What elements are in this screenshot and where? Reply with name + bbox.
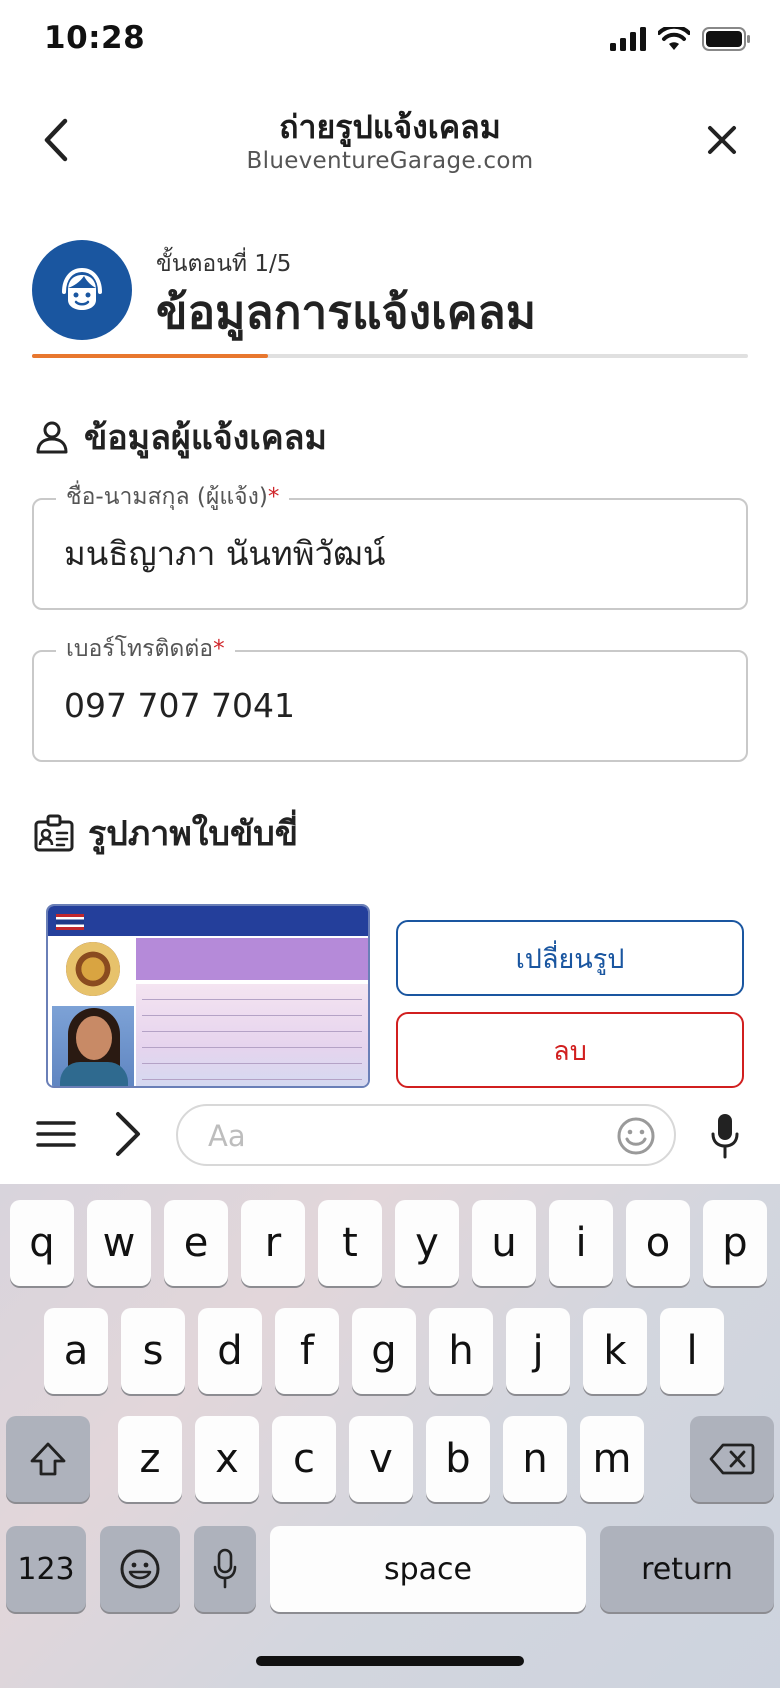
license-section-title: รูปภาพใบขับขี่ — [88, 814, 299, 854]
close-icon — [708, 126, 736, 154]
key-w[interactable]: w — [87, 1200, 151, 1286]
key-n[interactable]: n — [503, 1416, 567, 1502]
battery-icon — [702, 27, 750, 51]
key-g[interactable]: g — [352, 1308, 416, 1394]
driving-license-image[interactable] — [46, 904, 370, 1088]
page-subtitle: BlueventureGarage.com — [246, 148, 534, 174]
reporter-name-input[interactable] — [64, 534, 704, 573]
space-key[interactable]: space — [270, 1526, 586, 1612]
backspace-icon — [709, 1443, 755, 1475]
onscreen-keyboard: qwertyuiop asdfghjkl zxcvbnm 123 space r… — [0, 1184, 780, 1688]
license-number-panel — [136, 938, 368, 980]
shift-icon — [30, 1442, 66, 1476]
key-h[interactable]: h — [429, 1308, 493, 1394]
back-button[interactable] — [36, 112, 76, 168]
message-placeholder: Aa — [208, 1119, 246, 1153]
chat-input-bar: Aa — [0, 1088, 780, 1184]
key-o[interactable]: o — [626, 1200, 690, 1286]
key-u[interactable]: u — [472, 1200, 536, 1286]
chevron-left-icon — [44, 118, 68, 162]
garuda-emblem-image — [66, 942, 120, 996]
key-z[interactable]: z — [118, 1416, 182, 1502]
key-c[interactable]: c — [272, 1416, 336, 1502]
key-p[interactable]: p — [703, 1200, 767, 1286]
delete-photo-button[interactable]: ลบ — [396, 1012, 744, 1088]
reporter-name-label: ชื่อ-นามสกุล (ผู้แจ้ง)* — [56, 480, 290, 514]
cellular-signal-icon — [610, 27, 646, 51]
phone-input[interactable] — [64, 686, 704, 725]
return-key[interactable]: return — [600, 1526, 774, 1612]
key-r[interactable]: r — [241, 1200, 305, 1286]
key-l[interactable]: l — [660, 1308, 724, 1394]
microphone-icon — [213, 1548, 237, 1589]
status-time: 10:28 — [44, 20, 146, 56]
message-input[interactable]: Aa — [176, 1104, 676, 1166]
emoji-icon — [120, 1549, 160, 1589]
phone-field[interactable]: เบอร์โทรติดต่อ* — [32, 632, 748, 762]
status-icons — [610, 24, 750, 54]
id-card-icon — [34, 814, 74, 852]
required-mark: * — [267, 484, 280, 510]
emoji-key[interactable] — [100, 1526, 180, 1612]
wifi-icon — [658, 27, 690, 50]
change-photo-button[interactable]: เปลี่ยนรูป — [396, 920, 744, 996]
headset-agent-icon — [62, 267, 102, 310]
step-progress-fill — [32, 354, 269, 358]
emoji-icon[interactable] — [616, 1116, 656, 1156]
key-b[interactable]: b — [426, 1416, 490, 1502]
reporter-section-heading: ข้อมูลผู้แจ้งเคลม — [34, 410, 327, 464]
reporter-name-field[interactable]: ชื่อ-นามสกุล (ผู้แจ้ง)* — [32, 480, 748, 610]
status-bar: 10:28 — [0, 0, 780, 80]
menu-icon[interactable] — [36, 1114, 76, 1154]
chevron-right-icon[interactable] — [112, 1110, 144, 1158]
key-e[interactable]: e — [164, 1200, 228, 1286]
key-t[interactable]: t — [318, 1200, 382, 1286]
close-button[interactable] — [698, 116, 746, 164]
key-i[interactable]: i — [549, 1200, 613, 1286]
license-portrait-image — [52, 1006, 134, 1086]
phone-label: เบอร์โทรติดต่อ* — [56, 632, 235, 666]
user-icon — [36, 421, 68, 454]
numbers-key[interactable]: 123 — [6, 1526, 86, 1612]
key-m[interactable]: m — [580, 1416, 644, 1502]
license-section-heading: รูปภาพใบขับขี่ — [34, 806, 298, 860]
dictation-key[interactable] — [194, 1526, 256, 1612]
step-progress-bar — [32, 354, 748, 358]
key-d[interactable]: d — [198, 1308, 262, 1394]
key-k[interactable]: k — [583, 1308, 647, 1394]
key-q[interactable]: q — [10, 1200, 74, 1286]
key-v[interactable]: v — [349, 1416, 413, 1502]
support-avatar — [32, 240, 132, 340]
shift-key[interactable] — [6, 1416, 90, 1502]
backspace-key[interactable] — [690, 1416, 774, 1502]
license-details-panel — [136, 984, 368, 1086]
home-indicator[interactable] — [256, 1656, 524, 1666]
key-a[interactable]: a — [44, 1308, 108, 1394]
key-j[interactable]: j — [506, 1308, 570, 1394]
required-mark: * — [213, 636, 225, 662]
key-s[interactable]: s — [121, 1308, 185, 1394]
step-title: ข้อมูลการแจ้งเคลม — [156, 285, 537, 339]
license-header-band — [48, 906, 368, 936]
key-y[interactable]: y — [395, 1200, 459, 1286]
microphone-icon[interactable] — [710, 1112, 740, 1160]
key-f[interactable]: f — [275, 1308, 339, 1394]
reporter-section-title: ข้อมูลผู้แจ้งเคลม — [84, 418, 327, 458]
key-x[interactable]: x — [195, 1416, 259, 1502]
thai-flag-image — [56, 914, 84, 930]
page-title: ถ่ายรูปแจ้งเคลม — [279, 108, 501, 146]
